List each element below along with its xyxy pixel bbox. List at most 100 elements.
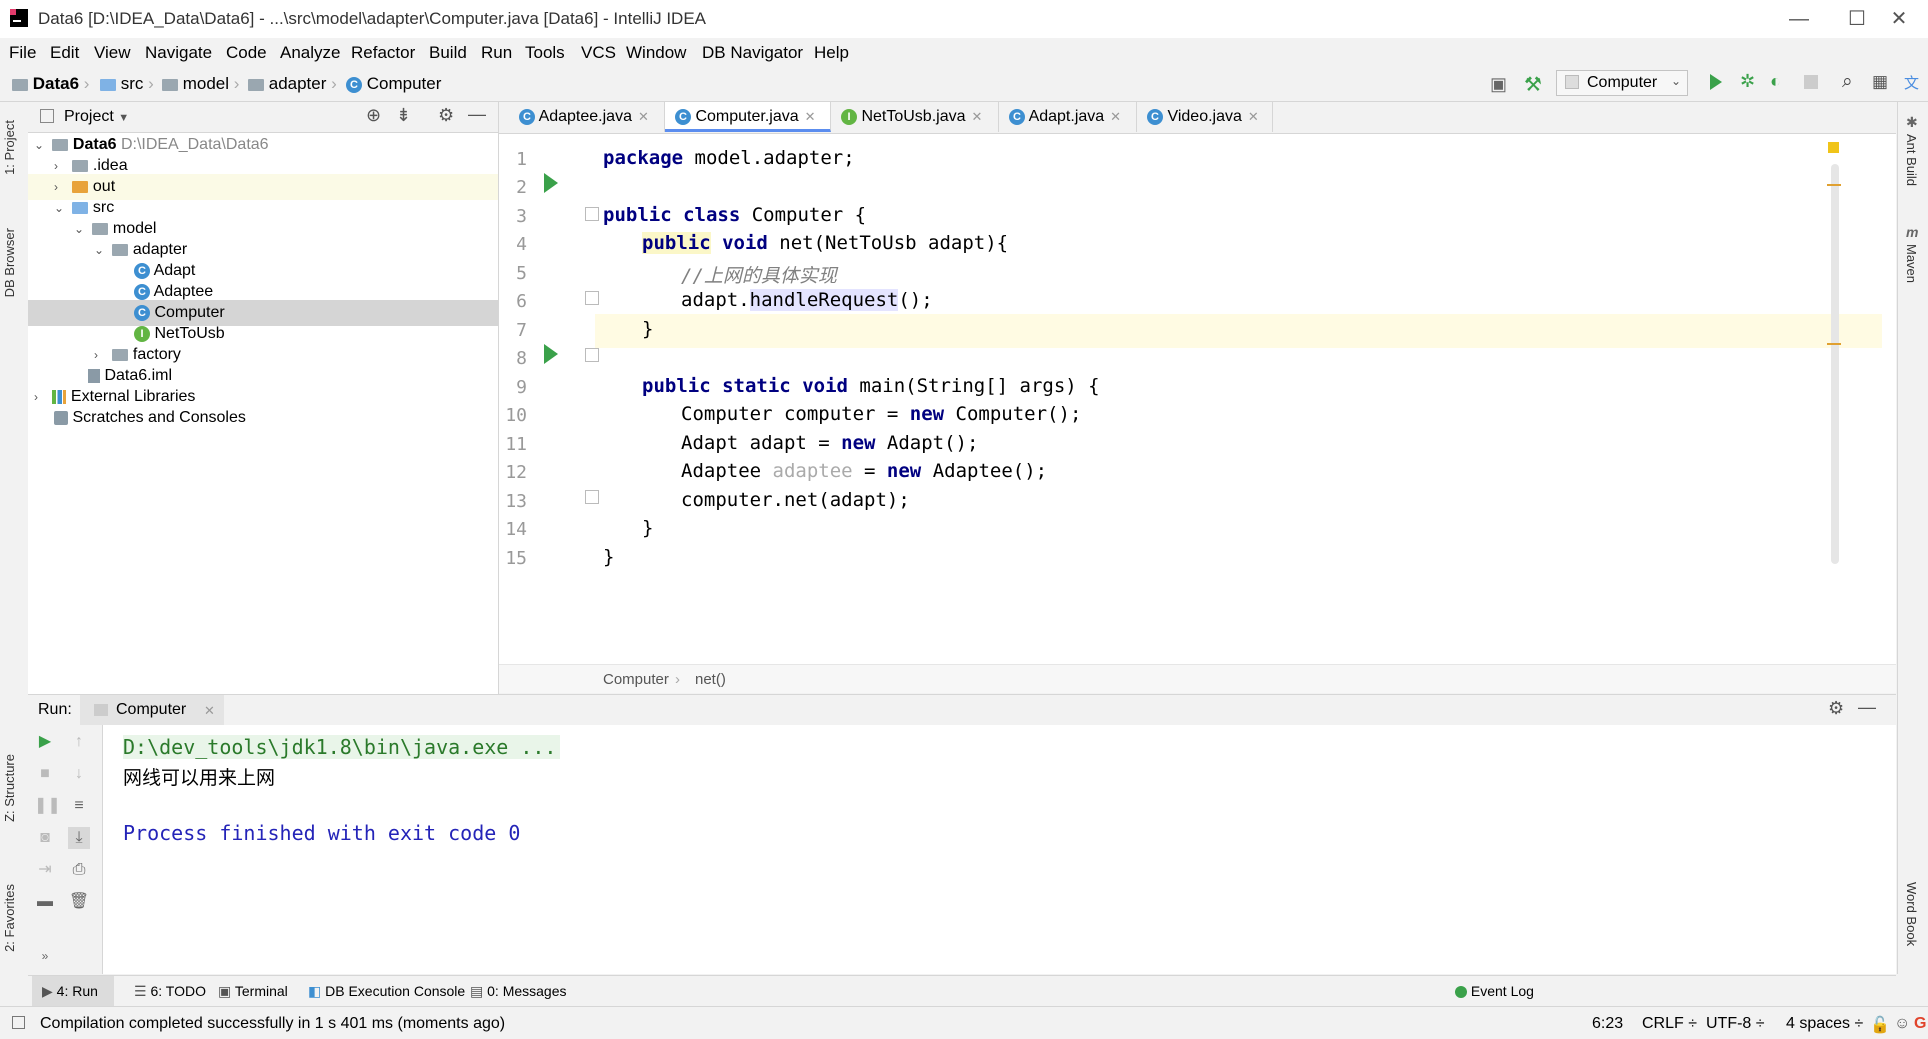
console-command[interactable]: D:\dev_tools\jdk1.8\bin\java.exe ... [123, 735, 561, 759]
camera-icon[interactable]: ◙ [34, 827, 56, 849]
breadcrumb-src[interactable]: src › [100, 74, 154, 94]
build-hammer-icon[interactable]: ⚒ [1524, 72, 1542, 97]
tab-project[interactable]: 1: Project [2, 120, 17, 175]
console-output[interactable]: D:\dev_tools\jdk1.8\bin\java.exe ... 网线可… [103, 725, 1896, 974]
more-icon[interactable]: » [34, 945, 56, 967]
close-tab-icon[interactable]: ✕ [972, 109, 983, 124]
rerun-icon[interactable]: ▶ [34, 731, 56, 753]
stop-icon[interactable]: ■ [34, 763, 56, 785]
close-button[interactable]: ✕ [1870, 0, 1928, 38]
tab-adaptee-java[interactable]: C Adaptee.java ✕ [509, 102, 665, 132]
tab-favorites[interactable]: 2: Favorites [2, 884, 17, 952]
run-icon[interactable] [1710, 74, 1722, 90]
crumb-class[interactable]: Computer [603, 671, 669, 688]
run-gutter-icon[interactable] [544, 344, 558, 364]
translate-icon[interactable]: 文 [1904, 72, 1919, 93]
tab-structure[interactable]: Z: Structure [2, 754, 17, 822]
tab-maven[interactable]: Maven [1904, 244, 1919, 283]
scroll-to-end-icon[interactable]: ⤓ [68, 827, 90, 849]
search-icon[interactable]: ⌕ [1842, 71, 1853, 93]
up-arrow-icon[interactable]: ↑ [68, 731, 90, 753]
trash-icon[interactable]: 🗑 [68, 891, 90, 913]
exit-icon[interactable]: ⇥ [34, 859, 56, 881]
error-stripe-mark[interactable] [1827, 343, 1841, 345]
soft-wrap-icon[interactable]: ≡ [68, 795, 90, 817]
run-tab-computer[interactable]: Computer ✕ [80, 695, 224, 725]
fold-icon[interactable] [585, 348, 599, 362]
file-encoding[interactable]: UTF-8 ÷ [1706, 1015, 1765, 1033]
close-tab-icon[interactable]: ✕ [1110, 109, 1121, 124]
run-gutter-icon[interactable] [544, 173, 558, 193]
caret-position[interactable]: 6:23 [1592, 1015, 1623, 1033]
tool-tab-terminal[interactable]: ▣ Terminal [218, 983, 288, 1000]
tab-video-java[interactable]: C Video.java ✕ [1137, 102, 1273, 132]
code-editor[interactable]: 1 2 3 4 5 6 7 8 9 10 11 12 13 14 15 pack… [499, 134, 1896, 664]
fold-icon[interactable] [585, 207, 599, 221]
breadcrumb-adapter[interactable]: adapter › [248, 74, 337, 94]
inspector-icon[interactable]: ☺ [1894, 1015, 1910, 1033]
breadcrumb-project[interactable]: Data6 › [12, 74, 89, 94]
close-tab-icon[interactable]: ✕ [204, 703, 215, 719]
breadcrumb-model[interactable]: model › [162, 74, 239, 94]
project-view-select[interactable]: Project ▼ [64, 108, 129, 126]
run-config-select[interactable]: Computer ⌄ [1556, 70, 1688, 96]
tab-nettousb-java[interactable]: I NetToUsb.java ✕ [831, 102, 999, 132]
tool-tab-messages[interactable]: ▤ 0: Messages [470, 983, 567, 1000]
menu-analyze[interactable]: Analyze [280, 43, 340, 63]
gear-icon[interactable]: ⚙ [1828, 698, 1844, 719]
tab-ant-build[interactable]: Ant Build [1904, 134, 1919, 186]
layout-icon[interactable]: ▬ [34, 891, 56, 913]
coverage-icon[interactable]: ◐ [1770, 71, 1781, 92]
crumb-method[interactable]: net() [695, 671, 726, 688]
minimize-button[interactable]: — [1770, 0, 1828, 38]
editor-scrollbar[interactable] [1831, 164, 1839, 564]
menu-build[interactable]: Build [429, 43, 467, 63]
debug-icon[interactable]: ✲ [1740, 71, 1755, 92]
tool-tab-event-log[interactable]: Event Log [1455, 983, 1534, 999]
hide-panel-icon[interactable]: — [1858, 697, 1876, 718]
close-tab-icon[interactable]: ✕ [1248, 109, 1259, 124]
collapse-all-icon[interactable]: ⇟ [396, 105, 411, 126]
fold-icon[interactable] [585, 291, 599, 305]
close-tab-icon[interactable]: ✕ [805, 109, 816, 124]
down-arrow-icon[interactable]: ↓ [68, 763, 90, 785]
gear-icon[interactable]: ⚙ [438, 105, 454, 126]
hide-panel-icon[interactable]: — [468, 104, 486, 125]
menu-code[interactable]: Code [226, 43, 267, 63]
menu-db-navigator[interactable]: DB Navigator [702, 43, 803, 63]
menu-navigate[interactable]: Navigate [145, 43, 212, 63]
tree-item-scratches[interactable]: Scratches and Consoles [28, 405, 498, 431]
tab-computer-java[interactable]: C Computer.java ✕ [665, 102, 831, 132]
status-message[interactable]: Compilation completed successfully in 1 … [40, 1015, 505, 1033]
error-stripe-mark[interactable] [1827, 184, 1841, 186]
fold-icon[interactable] [585, 490, 599, 504]
breadcrumb-computer[interactable]: C Computer [346, 74, 441, 94]
menu-edit[interactable]: Edit [50, 43, 79, 63]
menu-refactor[interactable]: Refactor [351, 43, 415, 63]
stop-icon[interactable] [1804, 75, 1818, 89]
pause-icon[interactable]: ❚❚ [34, 795, 61, 817]
toggle-tool-windows-icon[interactable] [12, 1016, 25, 1029]
layout-icon[interactable]: ▣ [1490, 74, 1507, 95]
locate-icon[interactable]: ⊕ [366, 105, 381, 126]
indent-setting[interactable]: 4 spaces ÷ [1786, 1015, 1863, 1033]
tool-tab-todo[interactable]: ☰ 6: TODO [134, 983, 206, 1000]
print-icon[interactable]: ⎙ [68, 859, 90, 881]
project-structure-icon[interactable]: ▦ [1872, 72, 1888, 92]
menu-vcs[interactable]: VCS [581, 43, 616, 63]
menu-window[interactable]: Window [626, 43, 686, 63]
tool-tab-db-console[interactable]: ◧ DB Execution Console [308, 983, 465, 1000]
tab-adapt-java[interactable]: C Adapt.java ✕ [999, 102, 1137, 132]
menu-file[interactable]: File [9, 43, 36, 63]
menu-tools[interactable]: Tools [525, 43, 565, 63]
lock-icon[interactable]: 🔓 [1870, 1015, 1890, 1035]
tab-db-browser[interactable]: DB Browser [2, 228, 17, 297]
inspection-status-icon[interactable] [1828, 142, 1839, 153]
line-separator[interactable]: CRLF ÷ [1642, 1015, 1697, 1033]
menu-run[interactable]: Run [481, 43, 512, 63]
close-tab-icon[interactable]: ✕ [638, 109, 649, 124]
menu-view[interactable]: View [94, 43, 131, 63]
google-icon[interactable]: G [1914, 1015, 1926, 1033]
tool-tab-run[interactable]: ▶ 4: Run [42, 983, 98, 1000]
menu-help[interactable]: Help [814, 43, 849, 63]
